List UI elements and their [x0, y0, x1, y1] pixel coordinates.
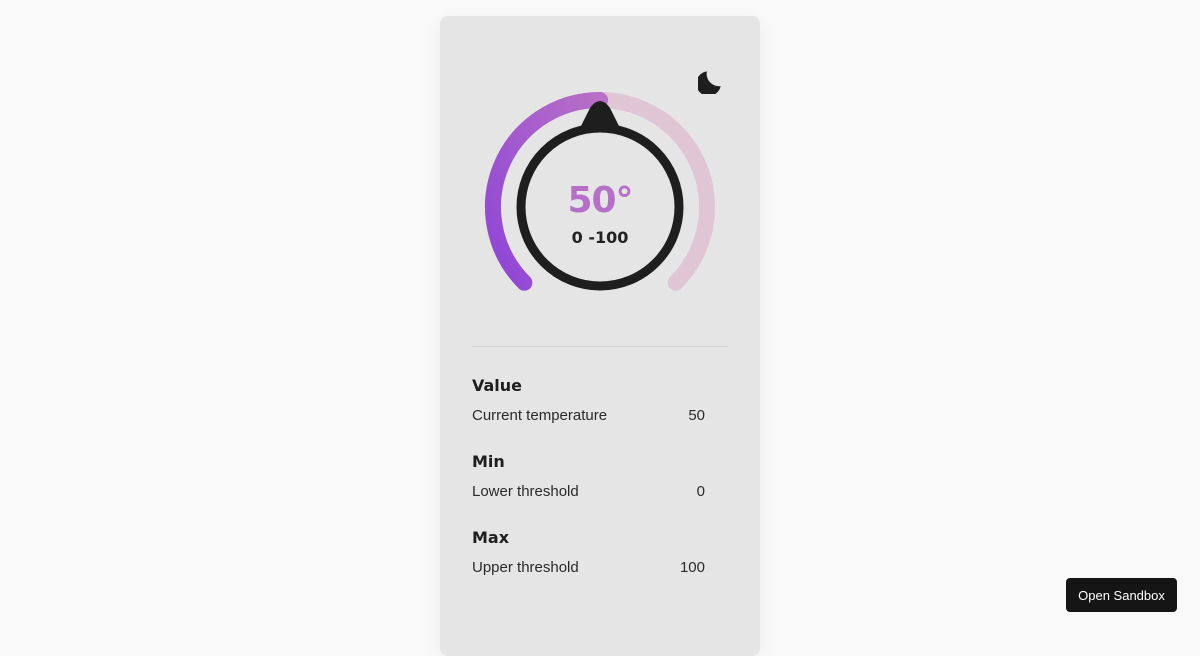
param-description: Upper threshold	[472, 559, 579, 576]
param-value-text: 0	[696, 483, 705, 500]
temperature-range: 0 -100	[571, 228, 629, 247]
param-value-text: 100	[679, 559, 705, 576]
param-name: Min	[472, 452, 505, 471]
param-max: Max Upper threshold 100	[472, 526, 705, 602]
param-row: Lower threshold 0	[472, 482, 705, 502]
param-row: Upper threshold 100	[472, 558, 705, 578]
param-value: Value Current temperature 50	[472, 374, 705, 450]
param-min: Min Lower threshold 0	[472, 450, 705, 526]
divider	[472, 346, 728, 347]
open-sandbox-button[interactable]: Open Sandbox	[1066, 578, 1177, 612]
thermostat-card: 50° 0 -100 Value Current temperature 50 …	[440, 16, 760, 656]
param-value-text: 50	[688, 407, 705, 424]
params-list: Value Current temperature 50 Min Lower t…	[472, 374, 705, 602]
param-description: Current temperature	[472, 407, 608, 424]
temperature-readout: 50°	[567, 180, 633, 221]
param-name: Max	[472, 528, 510, 547]
param-description: Lower threshold	[472, 483, 579, 500]
param-row: Current temperature 50	[472, 406, 705, 426]
temperature-dial[interactable]	[440, 16, 760, 316]
param-name: Value	[472, 376, 523, 395]
